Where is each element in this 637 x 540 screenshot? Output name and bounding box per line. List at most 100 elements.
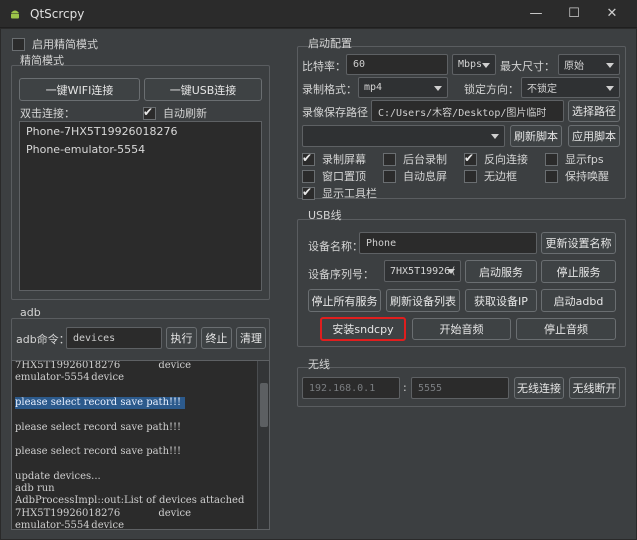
maximize-button[interactable]: ☐	[560, 4, 588, 24]
stop-button[interactable]: 终止	[201, 327, 232, 349]
chevron-down-icon	[434, 85, 442, 91]
option-label: 窗口置顶	[322, 170, 366, 183]
select-path-button[interactable]: 选择路径	[568, 100, 620, 122]
option-label: 后台录制	[403, 153, 447, 166]
adb-command-input[interactable]: devices	[66, 327, 162, 349]
option-label: 反向连接	[484, 153, 528, 166]
double-click-label: 双击连接：	[20, 107, 75, 120]
install-sndcpy-button[interactable]: 安装sndcpy	[320, 317, 406, 341]
adb-title: adb	[20, 306, 41, 319]
log-line: please select record save path!!!	[15, 396, 186, 409]
stop-service-button[interactable]: 停止服务	[541, 260, 616, 283]
log-scrollbar[interactable]	[257, 361, 269, 529]
refresh-script-button[interactable]: 刷新脚本	[510, 125, 562, 147]
get-device-ip-button[interactable]: 获取设备IP	[465, 289, 537, 312]
chevron-down-icon	[491, 134, 499, 139]
close-button[interactable]: ✕	[598, 4, 626, 24]
chevron-down-icon	[447, 269, 455, 274]
lock-orientation-value: 不锁定	[527, 84, 557, 95]
checkbox-box: ✔	[302, 150, 315, 166]
start-audio-button[interactable]: 开始音频	[412, 318, 511, 340]
option-label: 显示工具栏	[322, 187, 377, 200]
stop-all-services-button[interactable]: 停止所有服务	[308, 289, 381, 312]
usb-connect-button[interactable]: 一键USB连接	[144, 78, 262, 101]
check-icon: ✔	[302, 150, 313, 165]
log-line: please select record save path!!!	[15, 421, 182, 433]
bitrate-input[interactable]: 60	[346, 54, 448, 75]
record-format-select[interactable]: mp4	[358, 77, 448, 98]
checkbox-box	[302, 169, 315, 183]
option-checkbox[interactable]: 自动息屏	[383, 168, 447, 184]
wifi-connect-button[interactable]: 一键WIFI连接	[19, 78, 140, 101]
start-service-button[interactable]: 启动服务	[465, 260, 537, 283]
option-checkbox[interactable]: 后台录制	[383, 151, 447, 167]
chevron-down-icon	[482, 62, 490, 68]
record-format-label: 录制格式：	[302, 83, 357, 96]
minimize-button[interactable]: —	[522, 4, 550, 24]
chevron-down-icon	[606, 62, 614, 68]
serial-select[interactable]: 7HX5T19926(	[384, 260, 461, 282]
max-size-value: 原始	[564, 61, 584, 72]
apply-script-button[interactable]: 应用脚本	[568, 125, 620, 147]
log-line: AdbProcessImpl::out:List of devices atta…	[15, 495, 245, 507]
wireless-connect-button[interactable]: 无线连接	[514, 377, 564, 399]
port-input[interactable]: 5555	[411, 377, 509, 399]
chevron-down-icon	[606, 85, 614, 91]
auto-refresh-checkbox[interactable]: ✔ 自动刷新	[143, 105, 207, 121]
stop-audio-button[interactable]: 停止音频	[516, 318, 616, 340]
script-select[interactable]	[302, 125, 505, 147]
checkbox-box	[12, 37, 25, 51]
ip-input[interactable]: 192.168.0.1	[302, 377, 400, 399]
option-checkbox[interactable]: 保持唤醒	[545, 168, 609, 184]
bitrate-unit-select[interactable]: Mbps	[452, 54, 496, 75]
refresh-devices-button[interactable]: 刷新设备列表	[386, 289, 460, 312]
adb-log-output[interactable]: 7HX5T19926018276 device emulator-5554 dev…	[11, 360, 270, 530]
checkbox-box: ✔	[464, 151, 477, 166]
checkbox-box	[545, 169, 558, 183]
scrollbar-thumb[interactable]	[260, 383, 268, 427]
option-checkbox[interactable]: ✔ 显示工具栏	[302, 185, 377, 201]
android-icon	[11, 10, 19, 19]
lock-orientation-select[interactable]: 不锁定	[521, 77, 620, 98]
check-icon: ✔	[302, 184, 313, 199]
list-item[interactable]: Phone-emulator-5554	[26, 143, 145, 156]
log-line: emulator-5554 device	[15, 519, 124, 530]
option-checkbox[interactable]: ✔ 录制屏幕	[302, 151, 366, 167]
option-checkbox[interactable]: 无边框	[464, 168, 517, 184]
start-adbd-button[interactable]: 启动adbd	[541, 289, 616, 312]
wireless-disconnect-button[interactable]: 无线断开	[569, 377, 620, 399]
log-line: update devices...	[15, 470, 101, 482]
record-path-input[interactable]: C:/Users/木容/Desktop/图片临时	[371, 100, 564, 122]
log-line: 7HX5T19926018276 device	[15, 360, 192, 371]
update-name-button[interactable]: 更新设置名称	[541, 232, 616, 254]
checkbox-box	[545, 152, 558, 166]
bitrate-label: 比特率：	[302, 60, 346, 73]
list-item[interactable]: Phone-7HX5T19926018276	[26, 125, 178, 138]
clear-button[interactable]: 清理	[236, 327, 266, 349]
option-checkbox[interactable]: 显示fps	[545, 151, 604, 167]
max-size-select[interactable]: 原始	[558, 54, 620, 75]
option-label: 显示fps	[565, 153, 604, 166]
option-label: 无边框	[484, 170, 517, 183]
log-line: please select record save path!!!	[15, 446, 182, 458]
record-path-label: 录像保存路径	[302, 106, 368, 119]
execute-button[interactable]: 执行	[166, 327, 197, 349]
log-line: emulator-5554 device	[15, 372, 124, 384]
wireless-title: 无线	[308, 358, 330, 371]
checkbox-box	[383, 152, 396, 166]
checkbox-box	[464, 169, 477, 183]
ip-port-separator: :	[403, 381, 407, 394]
window-title: QtScrcpy	[30, 7, 85, 21]
auto-refresh-label: 自动刷新	[163, 107, 207, 120]
check-icon: ✔	[143, 104, 154, 119]
option-checkbox[interactable]: ✔ 反向连接	[464, 151, 528, 167]
enable-simple-mode-checkbox[interactable]: 启用精简模式	[12, 36, 98, 52]
record-format-value: mp4	[364, 82, 383, 93]
option-checkbox[interactable]: 窗口置顶	[302, 168, 366, 184]
adb-command-label: adb命令：	[16, 333, 70, 346]
checkbox-box: ✔	[143, 104, 156, 120]
checkbox-box: ✔	[302, 184, 315, 200]
usb-title: USB线	[308, 209, 342, 222]
device-name-input[interactable]: Phone	[359, 232, 537, 254]
log-line: 7HX5T19926018276 device	[15, 507, 192, 519]
